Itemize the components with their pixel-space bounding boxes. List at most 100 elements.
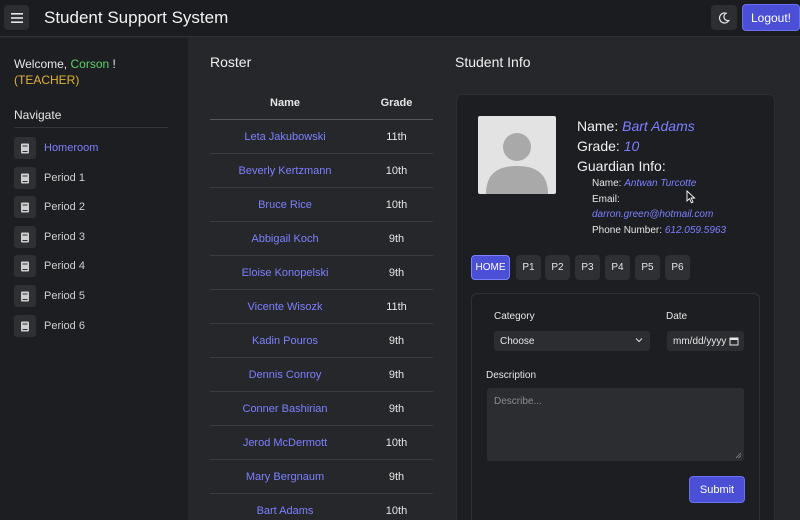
sidebar-item-period-1[interactable]: Period 1 xyxy=(14,167,85,189)
tab-p6[interactable]: P6 xyxy=(665,255,690,280)
category-label: Category xyxy=(494,311,535,322)
table-row[interactable]: Leta Jakubowski 11th xyxy=(210,120,433,154)
sidebar-item-label: Period 5 xyxy=(44,290,85,302)
sidebar-item-label: Period 6 xyxy=(44,320,85,332)
guardian-name-value[interactable]: Antwan Turcotte xyxy=(624,178,696,189)
roster-header-row: Name Grade xyxy=(210,86,433,120)
resize-handle-icon[interactable] xyxy=(735,452,742,459)
guardian-info-heading: Guardian Info: xyxy=(577,158,666,174)
book-icon xyxy=(14,255,36,277)
student-grade-cell: 9th xyxy=(388,266,405,279)
guardian-email-label: Email: xyxy=(592,194,620,205)
student-grade-cell: 9th xyxy=(388,334,405,347)
sidebar-item-period-4[interactable]: Period 4 xyxy=(14,255,85,277)
sidebar-item-period-3[interactable]: Period 3 xyxy=(14,226,85,248)
student-name-link[interactable]: Leta Jakubowski xyxy=(210,131,360,143)
table-row[interactable]: Jerod McDermott 10th xyxy=(210,426,433,460)
tab-p2[interactable]: P2 xyxy=(545,255,570,280)
student-grade-cell: 10th xyxy=(385,164,408,177)
sidebar: Welcome, Corson ! (TEACHER) Navigate xyxy=(0,38,188,520)
student-grade-cell: 10th xyxy=(385,198,408,211)
student-grade-cell: 9th xyxy=(388,402,405,415)
table-row[interactable]: Abbigail Koch 9th xyxy=(210,222,433,256)
hamburger-menu-button[interactable] xyxy=(4,5,29,30)
student-grade-line: Grade: 10 xyxy=(577,138,639,154)
tab-p3[interactable]: P3 xyxy=(575,255,600,280)
logout-button[interactable]: Logout! xyxy=(742,4,800,31)
column-header-name[interactable]: Name xyxy=(210,97,360,109)
student-name-link[interactable]: Dennis Conroy xyxy=(210,369,360,381)
table-row[interactable]: Bart Adams 10th xyxy=(210,494,433,520)
table-row[interactable]: Vicente Wisozk 11th xyxy=(210,290,433,324)
book-icon xyxy=(14,137,36,159)
sidebar-item-period-5[interactable]: Period 5 xyxy=(14,285,85,307)
top-bar: Student Support System Logout! xyxy=(0,0,800,37)
table-row[interactable]: Conner Bashirian 9th xyxy=(210,392,433,426)
student-grade-cell: 10th xyxy=(385,504,408,517)
student-name-link[interactable]: Bart Adams xyxy=(210,505,360,517)
sidebar-item-label: Period 4 xyxy=(44,260,85,272)
table-row[interactable]: Kadin Pouros 9th xyxy=(210,324,433,358)
nav-title: Navigate xyxy=(14,108,62,122)
student-name-link[interactable]: Conner Bashirian xyxy=(210,403,360,415)
guardian-phone-label: Phone Number: xyxy=(592,225,663,236)
user-placeholder-icon xyxy=(486,133,548,194)
column-header-grade[interactable]: Grade xyxy=(360,97,433,109)
sidebar-item-label: Period 1 xyxy=(44,172,85,184)
student-avatar xyxy=(478,116,556,194)
moon-icon xyxy=(718,11,730,24)
sidebar-item-homeroom[interactable]: Homeroom xyxy=(14,137,98,159)
welcome-prefix: Welcome, xyxy=(14,57,68,71)
category-select-value: Choose xyxy=(500,335,535,347)
sidebar-item-label: Homeroom xyxy=(44,142,99,154)
student-grade-label: Grade: xyxy=(577,138,620,154)
student-grade-cell: 9th xyxy=(388,368,405,381)
student-grade-cell: 9th xyxy=(388,470,405,483)
submit-button[interactable]: Submit xyxy=(689,476,745,503)
user-role: (TEACHER) xyxy=(14,73,80,87)
tab-p1[interactable]: P1 xyxy=(516,255,541,280)
theme-toggle-button[interactable] xyxy=(711,5,737,30)
book-icon xyxy=(14,285,36,307)
description-placeholder: Describe... xyxy=(494,396,542,407)
category-select[interactable]: Choose xyxy=(494,331,650,351)
description-textarea[interactable]: Describe... xyxy=(487,388,744,461)
sidebar-item-period-6[interactable]: Period 6 xyxy=(14,315,85,337)
mouse-cursor-icon xyxy=(686,190,696,204)
student-name-link[interactable]: Jerod McDermott xyxy=(210,437,360,449)
student-name-link[interactable]: Eloise Konopelski xyxy=(210,267,360,279)
book-icon xyxy=(14,315,36,337)
guardian-phone-line: Phone Number: 612.059.5963 xyxy=(592,225,726,236)
chevron-down-icon xyxy=(635,338,643,343)
student-name-link[interactable]: Vicente Wisozk xyxy=(210,301,360,313)
date-input[interactable]: mm/dd/yyyy xyxy=(667,331,744,351)
description-label: Description xyxy=(486,370,537,381)
app-title: Student Support System xyxy=(44,8,229,27)
calendar-icon[interactable] xyxy=(729,336,739,346)
table-row[interactable]: Beverly Kertzmann 10th xyxy=(210,154,433,188)
tab-home[interactable]: HOME xyxy=(471,255,510,280)
student-info-title: Student Info xyxy=(455,54,531,70)
student-grade-cell: 10th xyxy=(385,436,408,449)
sidebar-item-period-2[interactable]: Period 2 xyxy=(14,196,85,218)
student-name-link[interactable]: Mary Bergnaum xyxy=(210,471,360,483)
tab-p5[interactable]: P5 xyxy=(635,255,660,280)
guardian-name-label: Name: xyxy=(592,178,622,189)
student-name-link[interactable]: Kadin Pouros xyxy=(210,335,360,347)
date-label: Date xyxy=(666,311,688,322)
student-name-link[interactable]: Bruce Rice xyxy=(210,199,360,211)
table-row[interactable]: Bruce Rice 10th xyxy=(210,188,433,222)
student-grade-cell: 11th xyxy=(386,300,407,313)
guardian-phone-value[interactable]: 612.059.5963 xyxy=(665,225,726,236)
menu-icon xyxy=(10,12,23,23)
guardian-email-value[interactable]: darron.green@hotmail.com xyxy=(592,209,713,220)
tab-p4[interactable]: P4 xyxy=(605,255,630,280)
table-row[interactable]: Dennis Conroy 9th xyxy=(210,358,433,392)
table-row[interactable]: Mary Bergnaum 9th xyxy=(210,460,433,494)
student-name-link[interactable]: Beverly Kertzmann xyxy=(210,165,360,177)
nav-divider xyxy=(14,127,168,128)
date-input-placeholder: mm/dd/yyyy xyxy=(673,335,727,347)
student-grade-value: 10 xyxy=(623,138,640,154)
student-name-link[interactable]: Abbigail Koch xyxy=(210,233,360,245)
table-row[interactable]: Eloise Konopelski 9th xyxy=(210,256,433,290)
